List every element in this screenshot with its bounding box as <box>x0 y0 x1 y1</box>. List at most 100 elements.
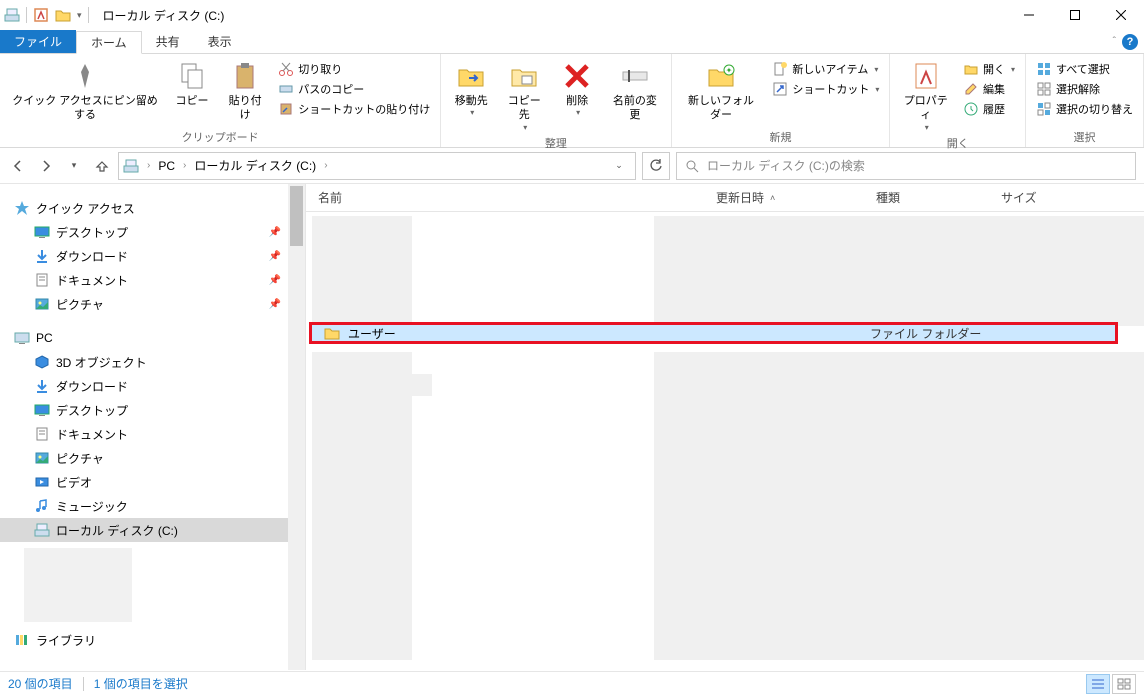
minimize-button[interactable] <box>1006 0 1052 30</box>
help-icon[interactable]: ? <box>1122 34 1138 50</box>
document-icon <box>34 426 50 442</box>
drive-icon <box>34 522 50 538</box>
maximize-button[interactable] <box>1052 0 1098 30</box>
folder-icon <box>55 7 71 23</box>
newfolder-icon: ✦ <box>705 60 737 92</box>
sidebar-documents2[interactable]: ドキュメント <box>0 422 305 446</box>
tab-file[interactable]: ファイル <box>0 30 76 53</box>
sidebar-documents[interactable]: ドキュメント📌 <box>0 268 305 292</box>
copypath-icon <box>278 81 294 97</box>
paste-icon <box>229 60 261 92</box>
open-button[interactable]: 開く▾ <box>959 60 1019 78</box>
moveto-button[interactable]: 移動先▾ <box>447 56 495 119</box>
forward-button[interactable] <box>36 156 56 176</box>
status-count: 20 個の項目 <box>8 675 73 692</box>
pictures-icon <box>34 296 50 312</box>
preview-box <box>24 548 132 622</box>
sidebar-desktop2[interactable]: デスクトップ <box>0 398 305 422</box>
copy-button[interactable]: コピー <box>168 56 216 108</box>
rename-button[interactable]: 名前の変更 <box>605 56 664 123</box>
sidebar-videos[interactable]: ビデオ <box>0 470 305 494</box>
libraries-icon <box>14 632 30 648</box>
address-dropdown[interactable]: ⌄ <box>607 154 631 178</box>
view-details-button[interactable] <box>1086 674 1110 694</box>
close-button[interactable] <box>1098 0 1144 30</box>
sidebar-pc[interactable]: PC <box>0 326 305 350</box>
cut-icon <box>278 61 294 77</box>
shortcut-icon <box>772 81 788 97</box>
newitem-button[interactable]: 新しいアイテム▾ <box>768 60 883 78</box>
selected-row[interactable]: ユーザー ファイル フォルダー <box>309 322 1118 344</box>
pin-icon: 📌 <box>269 227 281 238</box>
download-icon <box>34 378 50 394</box>
search-input[interactable]: ローカル ディスク (C:)の検索 <box>676 152 1136 180</box>
refresh-button[interactable] <box>642 152 670 180</box>
newfolder-button[interactable]: ✦ 新しいフォルダー <box>678 56 765 123</box>
copypath-button[interactable]: パスのコピー <box>274 80 434 98</box>
drive-icon <box>123 158 139 174</box>
ribbon-group-new: ✦ 新しいフォルダー 新しいアイテム▾ ショートカット▾ 新規 <box>672 54 891 147</box>
view-icons-button[interactable] <box>1112 674 1136 694</box>
pc-icon <box>14 330 30 346</box>
sidebar-3dobjects[interactable]: 3D オブジェクト <box>0 350 305 374</box>
file-list[interactable]: ユーザー ファイル フォルダー <box>306 212 1144 670</box>
window-title: ローカル ディスク (C:) <box>103 7 225 24</box>
history-icon <box>963 101 979 117</box>
col-type[interactable]: 種類 <box>864 189 989 206</box>
sidebar-pictures2[interactable]: ピクチャ <box>0 446 305 470</box>
edit-icon <box>963 81 979 97</box>
statusbar: 20 個の項目 1 個の項目を選択 <box>0 671 1144 695</box>
edit-button[interactable]: 編集 <box>959 80 1019 98</box>
ribbon-collapse-icon[interactable]: ˆ <box>1113 36 1116 47</box>
sidebar-pictures[interactable]: ピクチャ📌 <box>0 292 305 316</box>
paste-button[interactable]: 貼り付け <box>220 56 270 123</box>
history-button[interactable]: 履歴 <box>959 100 1019 118</box>
column-headers: 名前 更新日時˄ 種類 サイズ <box>306 184 1144 212</box>
rename-icon <box>619 60 651 92</box>
tab-share[interactable]: 共有 <box>142 30 194 53</box>
pin-icon: 📌 <box>269 275 281 286</box>
sidebar-music[interactable]: ミュージック <box>0 494 305 518</box>
back-button[interactable] <box>8 156 28 176</box>
invert-button[interactable]: 選択の切り替え <box>1032 100 1137 118</box>
invert-icon <box>1036 101 1052 117</box>
properties-button[interactable]: プロパティ▾ <box>896 56 955 133</box>
sidebar-downloads2[interactable]: ダウンロード <box>0 374 305 398</box>
addressbar[interactable]: › PC › ローカル ディスク (C:) › ⌄ <box>118 152 636 180</box>
sidebar-libraries[interactable]: ライブラリ <box>0 628 305 652</box>
delete-button[interactable]: 削除▾ <box>553 56 601 119</box>
svg-text:✦: ✦ <box>726 66 733 75</box>
selectnone-button[interactable]: 選択解除 <box>1032 80 1137 98</box>
shortcut-button[interactable]: ショートカット▾ <box>768 80 883 98</box>
pin-quickaccess-button[interactable]: クイック アクセスにピン留めする <box>6 56 164 123</box>
item-name: ユーザー <box>348 325 396 342</box>
copyto-button[interactable]: コピー先▾ <box>499 56 549 133</box>
scrollbar[interactable] <box>288 184 305 670</box>
qat-more-icon[interactable]: ▾ <box>77 10 82 21</box>
star-icon <box>14 200 30 216</box>
ribbon-group-clipboard: クイック アクセスにピン留めする コピー 貼り付け 切り取り パスのコピー ショ… <box>0 54 441 147</box>
cut-button[interactable]: 切り取り <box>274 60 434 78</box>
ribbon: クイック アクセスにピン留めする コピー 貼り付け 切り取り パスのコピー ショ… <box>0 54 1144 148</box>
crumb-drive[interactable]: ローカル ディスク (C:) <box>190 157 320 174</box>
sidebar-localdisk[interactable]: ローカル ディスク (C:) <box>0 518 305 542</box>
sidebar-quickaccess[interactable]: クイック アクセス <box>0 196 305 220</box>
crumb-pc[interactable]: PC <box>154 159 179 173</box>
qat-properties-icon[interactable] <box>33 7 49 23</box>
sidebar-desktop[interactable]: デスクトップ📌 <box>0 220 305 244</box>
pin-icon: 📌 <box>269 251 281 262</box>
tab-home[interactable]: ホーム <box>76 31 142 54</box>
sidebar-downloads[interactable]: ダウンロード📌 <box>0 244 305 268</box>
recent-dropdown[interactable]: ▾ <box>64 156 84 176</box>
pasteshortcut-button[interactable]: ショートカットの貼り付け <box>274 100 434 118</box>
delete-icon <box>561 60 593 92</box>
col-size[interactable]: サイズ <box>989 189 1144 206</box>
col-date[interactable]: 更新日時˄ <box>704 189 864 206</box>
col-name[interactable]: 名前 <box>306 189 704 206</box>
up-button[interactable] <box>92 156 112 176</box>
pasteshortcut-icon <box>278 101 294 117</box>
download-icon <box>34 248 50 264</box>
tab-view[interactable]: 表示 <box>194 30 246 53</box>
search-icon <box>685 159 699 173</box>
selectall-button[interactable]: すべて選択 <box>1032 60 1137 78</box>
